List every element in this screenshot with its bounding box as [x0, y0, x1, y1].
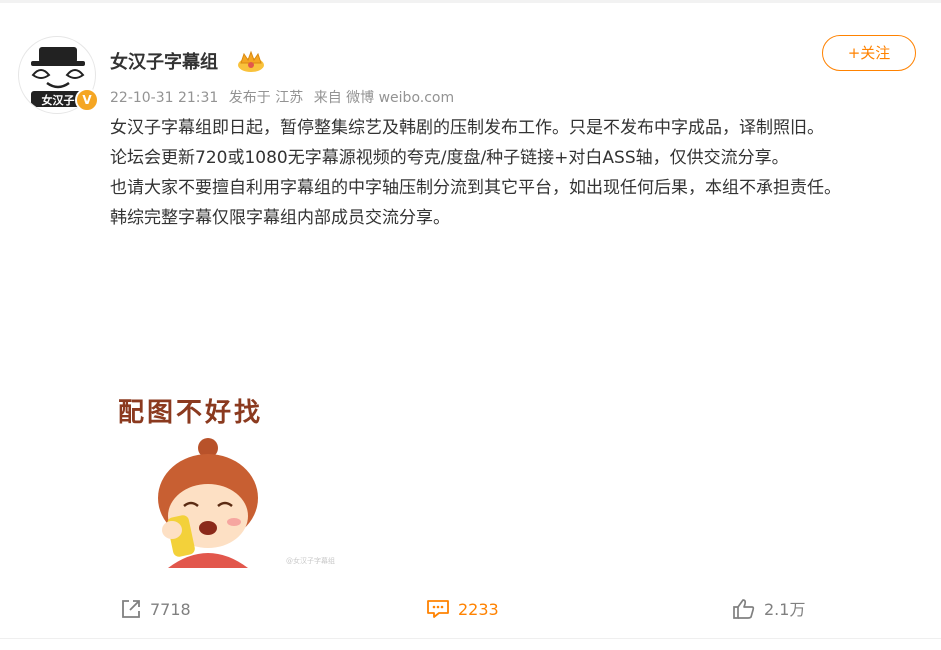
share-icon [122, 599, 140, 618]
post-paragraph: 也请大家不要擅自利用字幕组的中字轴压制分流到其它平台，如出现任何后果，本组不承担… [110, 178, 841, 198]
share-button[interactable]: 7718 [120, 590, 191, 630]
post-paragraph: 女汉子字幕组即日起，暂停整集综艺及韩剧的压制发布工作。只是不发布中字成品，译制照… [110, 118, 824, 138]
post-image[interactable]: 配图不好找 @女汉子字幕组 [110, 388, 340, 568]
verified-badge-icon: V [75, 88, 99, 112]
post-meta: 22-10-31 21:31 发布于 江苏 来自 微博 weibo.com [110, 87, 460, 107]
weibo-post-card: 女汉子 V 女汉子字幕组 22-10-31 21:31 发布于 江苏 来自 微博… [0, 0, 941, 650]
comment-icon [427, 599, 449, 618]
action-bar: 7718 2233 2.1万 [0, 590, 941, 630]
comment-count: 2233 [458, 600, 499, 619]
crying-girl-illustration [158, 438, 258, 568]
bottom-divider [0, 638, 941, 639]
post-source: 来自 微博 weibo.com [313, 90, 455, 106]
like-count: 2.1万 [764, 600, 806, 619]
post-location: 发布于 江苏 [228, 90, 304, 106]
follow-button[interactable]: +关注 [822, 35, 916, 71]
post-paragraph: 论坛会更新720或1080无字幕源视频的夸克/度盘/种子链接+对白ASS轴，仅供… [110, 148, 789, 168]
svg-text:女汉子: 女汉子 [42, 93, 75, 107]
author-name[interactable]: 女汉子字幕组 [110, 48, 218, 74]
thumbs-up-icon [733, 598, 755, 619]
image-watermark: @女汉子字幕组 [286, 557, 335, 565]
comment-button[interactable]: 2233 [426, 590, 499, 630]
post-paragraph: 韩综完整字幕仅限字幕组内部成员交流分享。 [110, 208, 450, 228]
post-body: 女汉子字幕组即日起，暂停整集综艺及韩剧的压制发布工作。只是不发布中字成品，译制照… [110, 113, 910, 233]
crown-badge-icon[interactable] [236, 49, 266, 77]
like-button[interactable]: 2.1万 [732, 590, 805, 630]
post-timestamp[interactable]: 22-10-31 21:31 [110, 90, 218, 106]
share-count: 7718 [150, 600, 191, 619]
